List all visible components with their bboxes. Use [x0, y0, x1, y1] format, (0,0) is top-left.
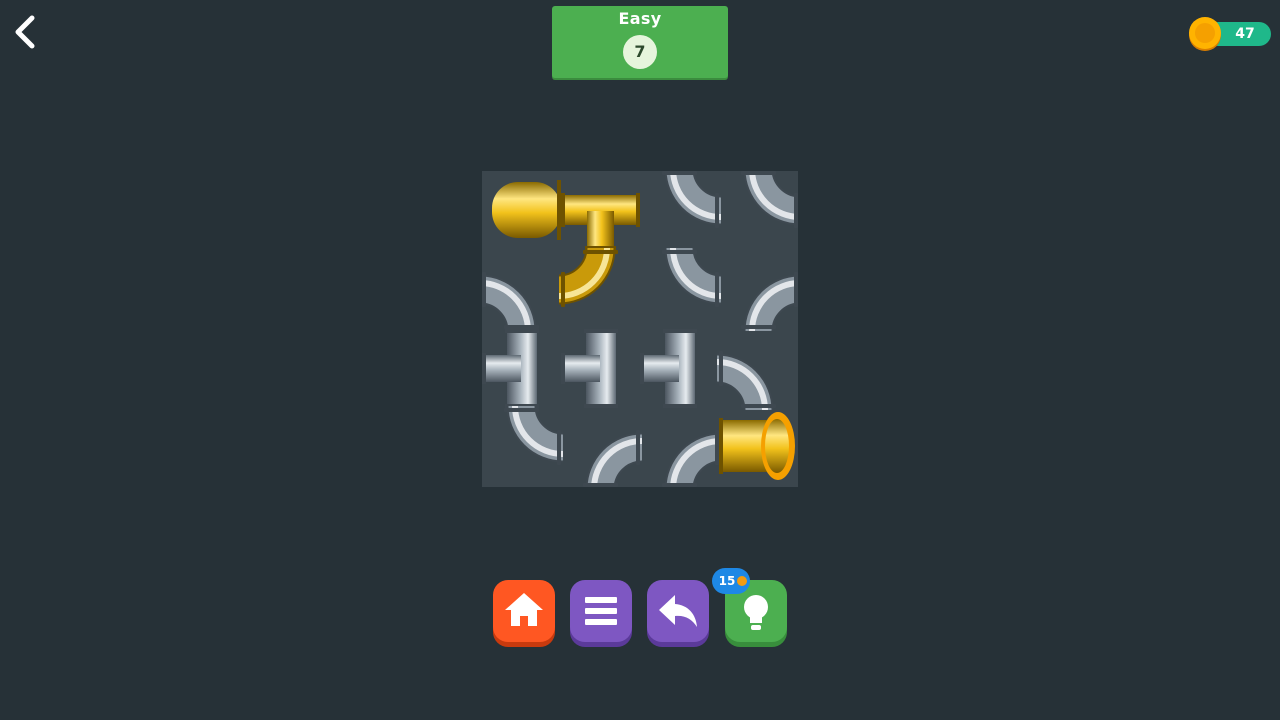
hint-count-badge: 15: [712, 568, 750, 594]
pipe-end-sink-icon: [719, 412, 795, 480]
level-card: Easy 7: [552, 6, 728, 78]
back-button[interactable]: [4, 12, 40, 52]
difficulty-label: Easy: [618, 9, 662, 28]
level-number: 7: [623, 35, 657, 69]
home-button[interactable]: [493, 580, 555, 642]
home-icon: [505, 593, 543, 626]
pipe-end-source-icon: [492, 180, 561, 240]
pipe-tile[interactable]: [719, 412, 795, 480]
coin-count: 47: [1235, 26, 1255, 42]
game-screen: Easy 7 47 15: [0, 0, 1280, 720]
coin-icon: [1189, 17, 1221, 49]
pipe-board: [482, 171, 798, 487]
menu-button[interactable]: [570, 580, 632, 642]
chevron-left-icon: [15, 15, 35, 49]
coin-icon: [737, 576, 747, 586]
hint-count: 15: [718, 574, 736, 588]
pipe-tile[interactable]: [492, 180, 561, 240]
undo-icon: [659, 595, 697, 627]
undo-button[interactable]: [647, 580, 709, 642]
menu-icon: [585, 597, 617, 625]
